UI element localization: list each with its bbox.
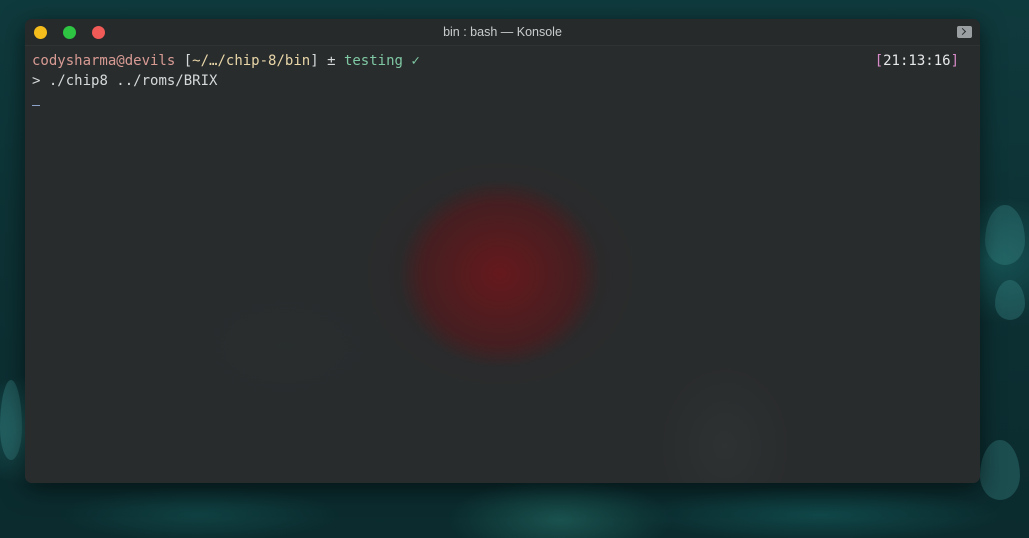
title-bar[interactable]: bin : bash — Konsole xyxy=(25,19,980,46)
git-branch: testing xyxy=(343,53,403,69)
wallpaper-leaf xyxy=(980,440,1020,500)
window-title: bin : bash — Konsole xyxy=(443,25,562,39)
command-line: > ./chip8 ../roms/BRIX xyxy=(32,71,217,91)
terminal-icon[interactable] xyxy=(957,26,972,38)
konsole-window[interactable]: bin : bash — Konsole codysharma@devils [… xyxy=(25,19,980,483)
prompt-char: > xyxy=(32,73,41,89)
prompt-bracket-open: [ xyxy=(183,53,193,69)
git-status-check-icon: ✓ xyxy=(411,53,420,69)
wallpaper-leaf xyxy=(0,380,22,460)
clock-time: 21:13:16 xyxy=(883,53,951,69)
prompt-clock: [21:13:16] xyxy=(875,51,959,71)
text-cursor xyxy=(32,105,40,106)
wallpaper-leaf xyxy=(995,280,1025,320)
clock-bracket-open: [ xyxy=(874,53,884,69)
clock-bracket-close: ] xyxy=(950,53,959,69)
prompt-user-host: codysharma@devils xyxy=(32,53,176,69)
git-symbol: ± xyxy=(327,53,336,69)
prompt-line: codysharma@devils [~/…/chip-8/bin] ± tes… xyxy=(32,51,420,71)
command-text: ./chip8 ../roms/BRIX xyxy=(48,73,218,89)
prompt-path: ~/…/chip-8/bin xyxy=(192,53,311,69)
prompt-bracket-close: ] xyxy=(310,53,319,69)
terminal-area[interactable]: codysharma@devils [~/…/chip-8/bin] ± tes… xyxy=(25,46,980,483)
wallpaper-leaf xyxy=(985,205,1025,265)
